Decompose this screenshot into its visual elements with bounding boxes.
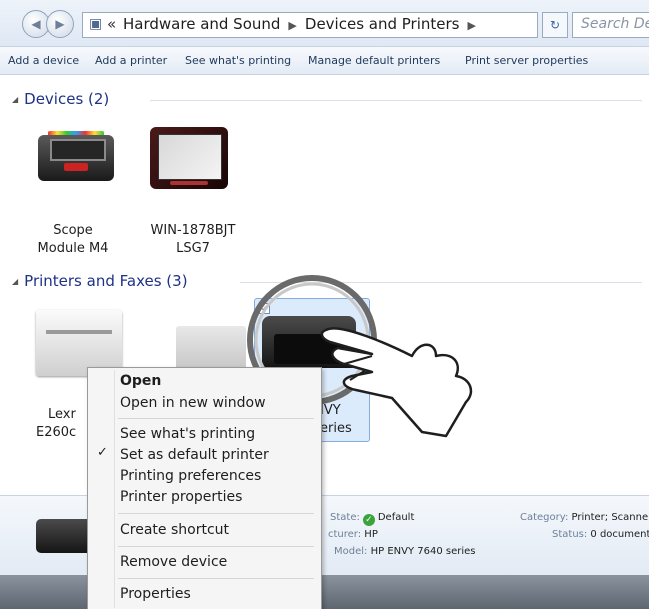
forward-button[interactable]: ▶ [46,10,74,38]
menu-printer-properties[interactable]: Printer properties [120,489,242,505]
scope-module-device[interactable] [34,129,118,187]
win-tablet-label[interactable]: WIN-1878BJT LSG7 [138,222,248,258]
breadcrumb-separator-icon[interactable]: ▶ [467,19,475,32]
hp-envy-label-line1: IVY [320,403,341,418]
scope-screen [50,139,106,161]
state-value: Default [377,512,415,523]
tablet-screen [158,134,222,180]
printer-face [274,334,344,364]
model-value: HP ENVY 7640 series [370,546,476,557]
category-label: Category: [520,512,569,523]
refresh-button[interactable]: ↻ [542,12,568,38]
menu-printing-preferences[interactable]: Printing preferences [120,468,261,484]
details-category: Category: Printer; Scanner [520,512,649,523]
address-box[interactable]: ▣ « Hardware and Sound ▶ Devices and Print… [82,12,605,38]
tablet-label-line2: LSG7 [176,241,210,256]
manufacturer-label: cturer: [328,529,362,540]
menu-open-new-window[interactable]: Open in new window [120,395,266,411]
scope-module-label[interactable]: Scope Module M4 [18,222,128,258]
devices-group-header[interactable]: ◢ Devices (2) [12,90,109,108]
devices-and-printers-window: ◀ ▶ ▣ « Hardware and Sound ▶ Devices and P… [0,0,649,609]
details-manufacturer: cturer: HP [328,529,378,540]
selected-printer-thumbnail [36,519,94,553]
tablet-label-line1: WIN-1878BJT [150,223,236,238]
printers-group-header[interactable]: ◢ Printers and Faxes (3) [12,272,188,290]
search-input[interactable]: Search De [572,12,649,38]
hp-envy-printer-icon[interactable] [262,316,356,368]
status-label: Status: [552,529,588,540]
command-bar: Add a device Add a printer See what's pr… [0,47,649,75]
lexmark-label[interactable]: Lexr E260c [36,406,88,442]
checkmark-icon: ✓ [97,445,108,460]
group-divider [150,100,642,101]
scope-label-line2: Module M4 [37,241,109,256]
state-label: State: [330,512,360,523]
see-whats-printing-button[interactable]: See what's printing [185,54,291,67]
group-divider [240,282,642,283]
menu-separator [118,513,314,514]
status-value: 0 document(s) i [590,529,649,540]
devices-group-title: Devices (2) [24,90,110,108]
forward-arrow-icon: ▶ [55,17,65,31]
breadcrumb-separator-icon[interactable]: ▶ [288,19,296,32]
menu-remove-device[interactable]: Remove device [120,554,227,570]
manage-default-printers-button[interactable]: Manage default printers [308,54,440,67]
collapse-triangle-icon[interactable]: ◢ [12,95,18,104]
address-bar-area: ◀ ▶ ▣ « Hardware and Sound ▶ Devices and P… [0,0,649,47]
menu-separator [118,418,314,419]
win-tablet-device[interactable] [150,127,228,189]
collapse-triangle-icon[interactable]: ◢ [12,277,18,286]
search-placeholder: Search De [581,16,649,32]
hp-envy-label-line2: eries [320,421,352,436]
hp-envy-label[interactable]: IVY eries [320,402,364,438]
menu-set-default-printer[interactable]: Set as default printer [120,447,269,463]
context-menu: Open Open in new window See what's print… [87,367,322,609]
lexmark-label-line2: E260c [36,425,77,440]
printers-group-title: Printers and Faxes (3) [24,272,188,290]
menu-create-shortcut[interactable]: Create shortcut [120,522,229,538]
breadcrumb-devices-and-printers[interactable]: Devices and Printers [305,15,460,33]
details-status: Status: 0 document(s) i [552,529,649,540]
model-label: Model: [334,546,368,557]
refresh-icon: ↻ [549,18,561,32]
details-model: Model: HP ENVY 7640 series [334,546,476,557]
back-arrow-icon: ◀ [31,17,41,31]
add-printer-button[interactable]: Add a printer [95,54,167,67]
add-device-button[interactable]: Add a device [8,54,79,67]
item-checkbox[interactable]: ✓ [259,303,270,314]
print-server-properties-button[interactable]: Print server properties [465,54,588,67]
scope-label-line1: Scope [53,223,93,238]
menu-properties[interactable]: Properties [120,586,191,602]
scope-red-panel [64,163,88,171]
menu-separator [118,578,314,579]
tablet-bar [170,181,208,185]
control-panel-icon: ▣ [89,16,103,32]
details-state: State: ✓ Default [330,512,414,526]
category-value: Printer; Scanner [571,512,649,523]
menu-separator [118,546,314,547]
lexmark-label-line1: Lexr [48,407,76,422]
menu-gutter [114,370,115,608]
breadcrumb-hardware-and-sound[interactable]: Hardware and Sound [123,15,280,33]
manufacturer-value: HP [364,529,378,540]
default-check-icon: ✓ [362,514,375,526]
menu-see-whats-printing[interactable]: See what's printing [120,426,255,442]
printer-slot [46,330,112,334]
breadcrumb-overflow-chevron[interactable]: « [107,15,116,33]
menu-open[interactable]: Open [120,373,161,389]
breadcrumb: Hardware and Sound ▶ Devices and Printers ▶ [123,15,484,33]
